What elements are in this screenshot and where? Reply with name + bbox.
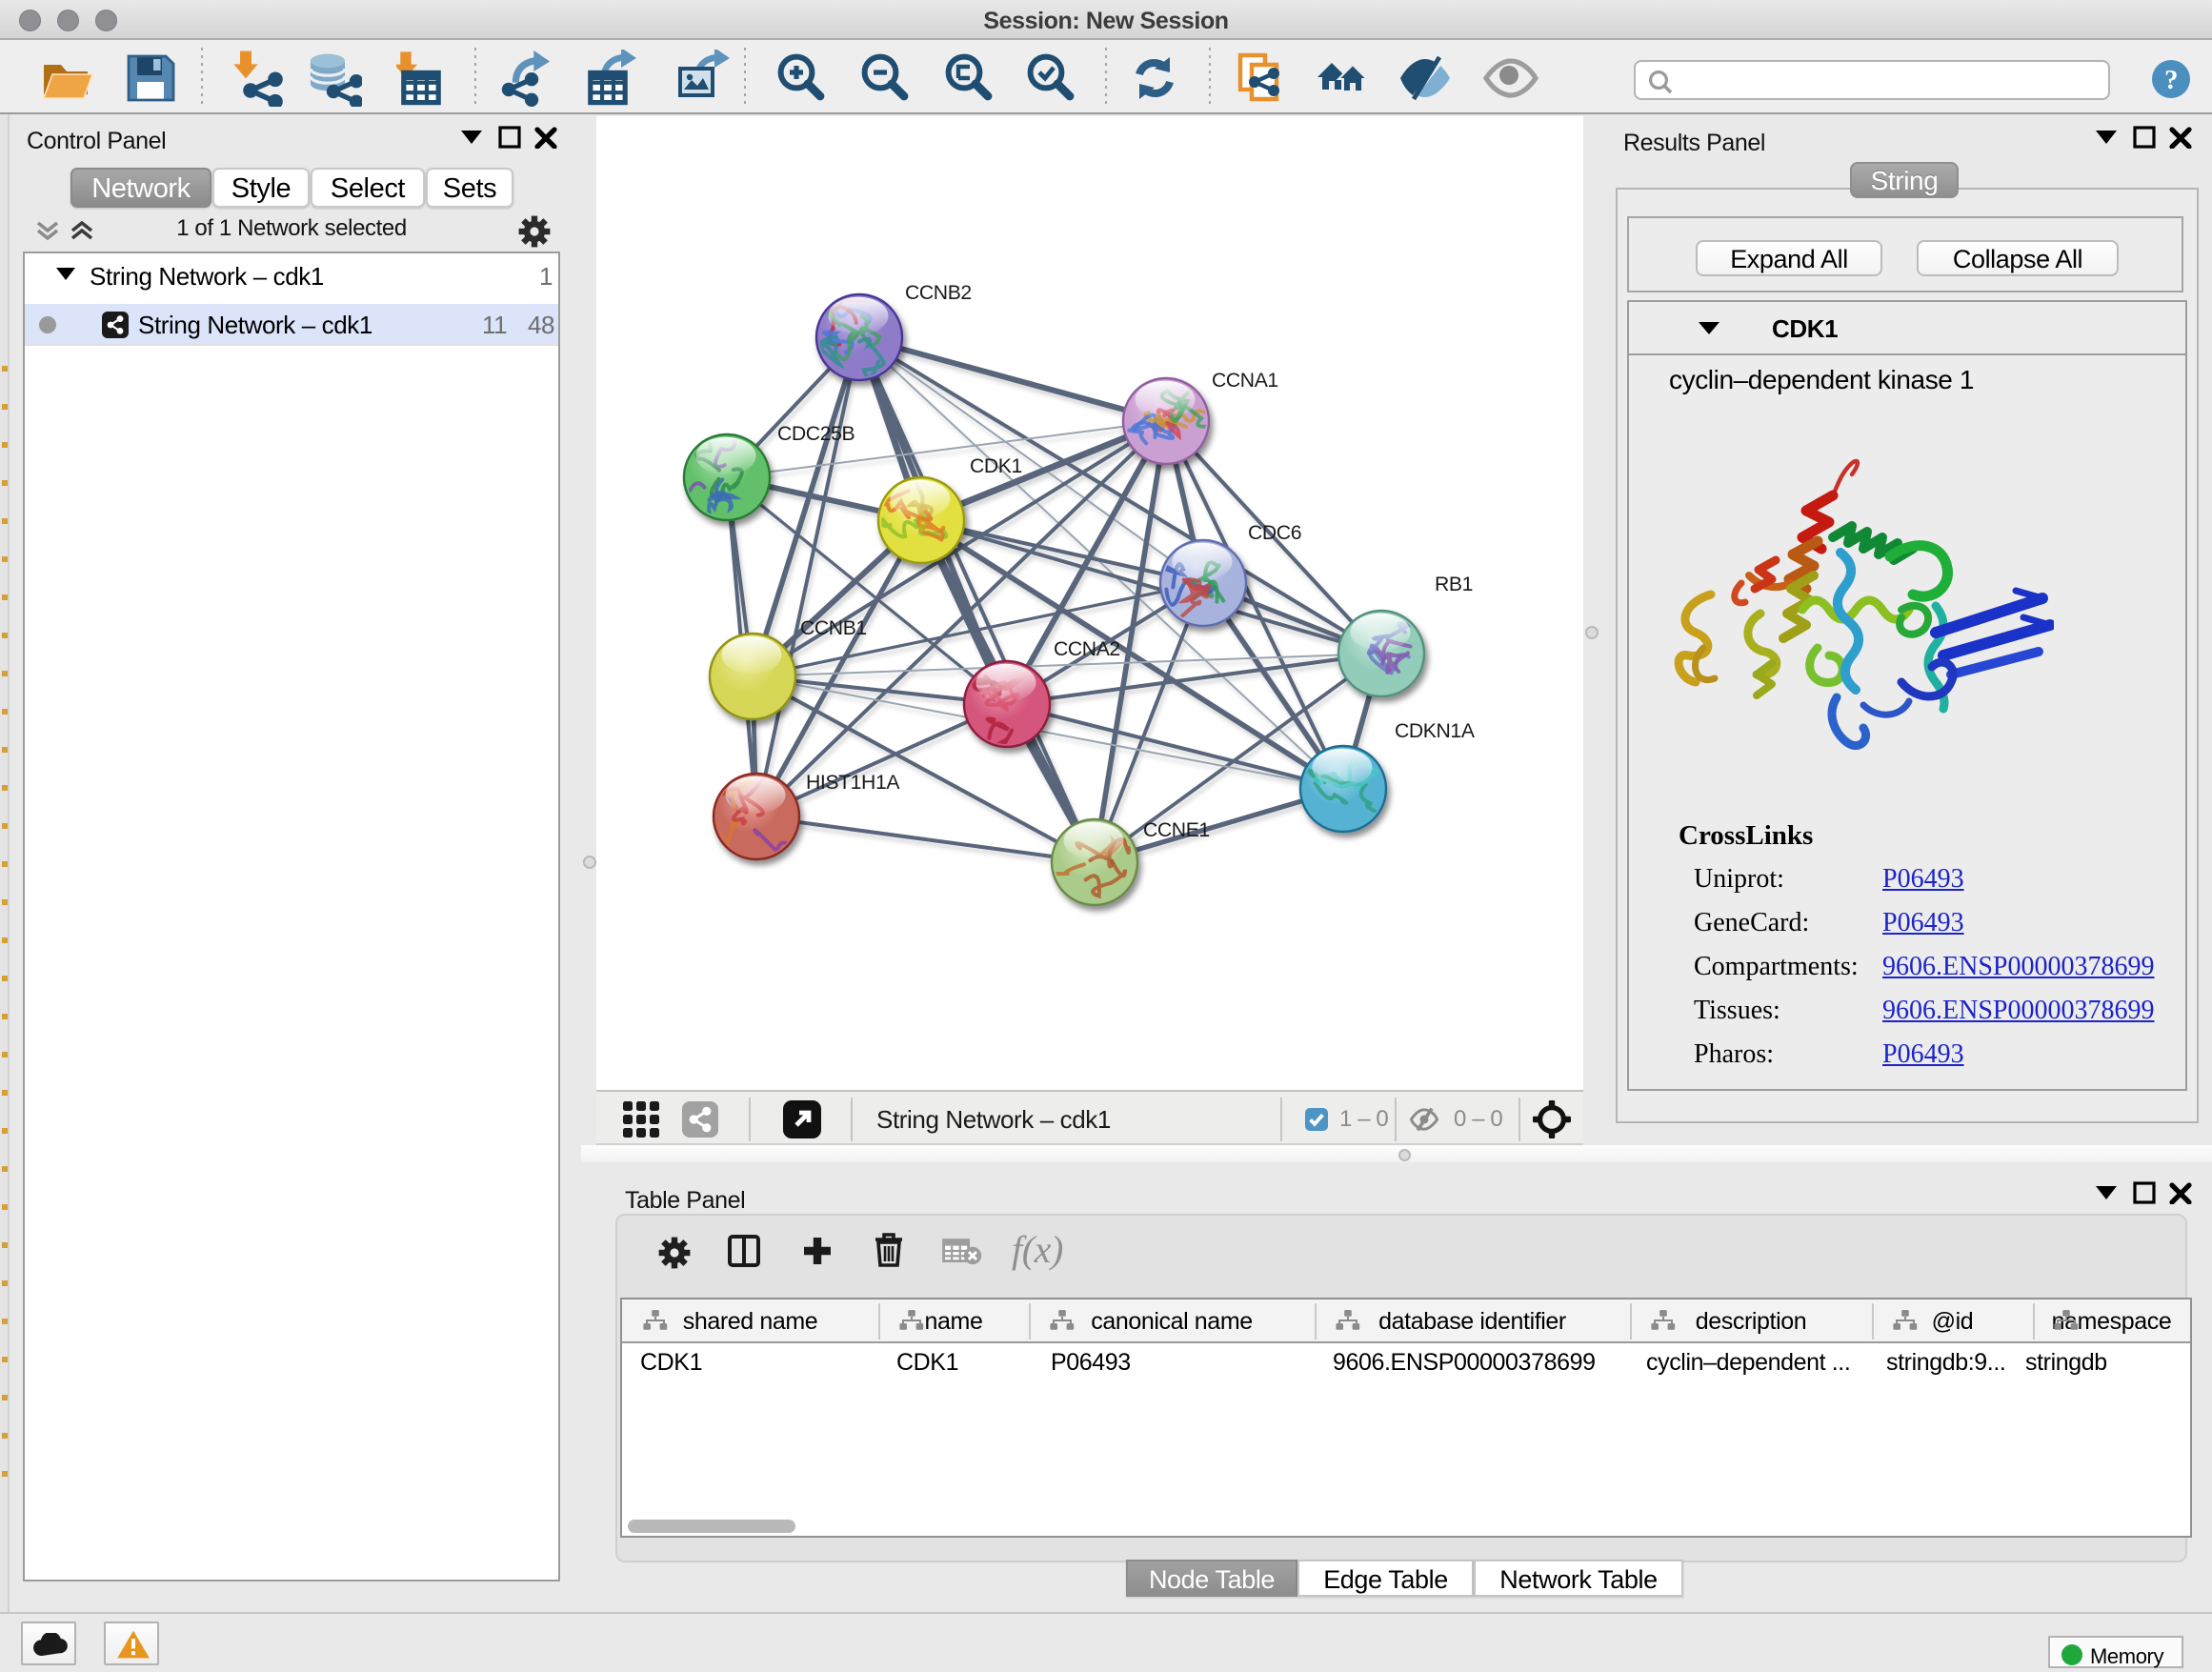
svg-text:CDC6: CDC6 — [1248, 522, 1301, 544]
svg-text:CDK1: CDK1 — [970, 455, 1022, 477]
svg-text:CCNA2: CCNA2 — [1054, 638, 1120, 660]
svg-text:CDC25B: CDC25B — [777, 423, 855, 445]
svg-text:?: ? — [2164, 65, 2178, 95]
svg-text:CCNA1: CCNA1 — [1212, 370, 1278, 392]
svg-text:CCNB1: CCNB1 — [800, 617, 867, 639]
svg-text:CDKN1A: CDKN1A — [1395, 720, 1476, 742]
svg-text:CCNE1: CCNE1 — [1143, 819, 1210, 841]
svg-text:RB1: RB1 — [1435, 574, 1473, 595]
svg-text:CCNB2: CCNB2 — [905, 282, 972, 304]
svg-text:HIST1H1A: HIST1H1A — [806, 772, 900, 794]
